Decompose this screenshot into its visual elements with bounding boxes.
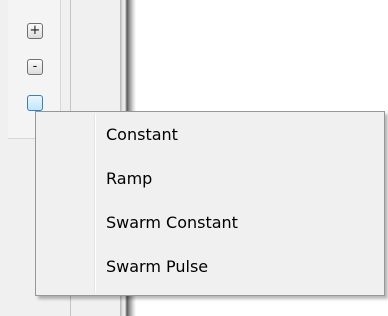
context-menu: Constant Ramp Swarm Constant Swarm Pulse <box>35 111 385 296</box>
remove-button[interactable]: - <box>27 59 43 75</box>
add-button[interactable]: + <box>27 23 43 39</box>
add-type-dropdown-button[interactable] <box>27 95 43 111</box>
application-window: + - Constant Ramp Swarm Constant Swarm P… <box>0 0 388 316</box>
menu-item-ramp[interactable]: Ramp <box>38 162 382 196</box>
minus-icon: - <box>32 59 38 74</box>
menu-item-label: Ramp <box>106 169 153 188</box>
plus-icon: + <box>29 23 41 38</box>
menu-item-label: Swarm Constant <box>106 213 238 232</box>
menu-item-label: Swarm Pulse <box>106 257 209 276</box>
menu-item-constant[interactable]: Constant <box>38 118 382 152</box>
menu-item-label: Constant <box>106 125 178 144</box>
menu-item-swarm-constant[interactable]: Swarm Constant <box>38 206 382 240</box>
menu-item-swarm-pulse[interactable]: Swarm Pulse <box>38 250 382 284</box>
